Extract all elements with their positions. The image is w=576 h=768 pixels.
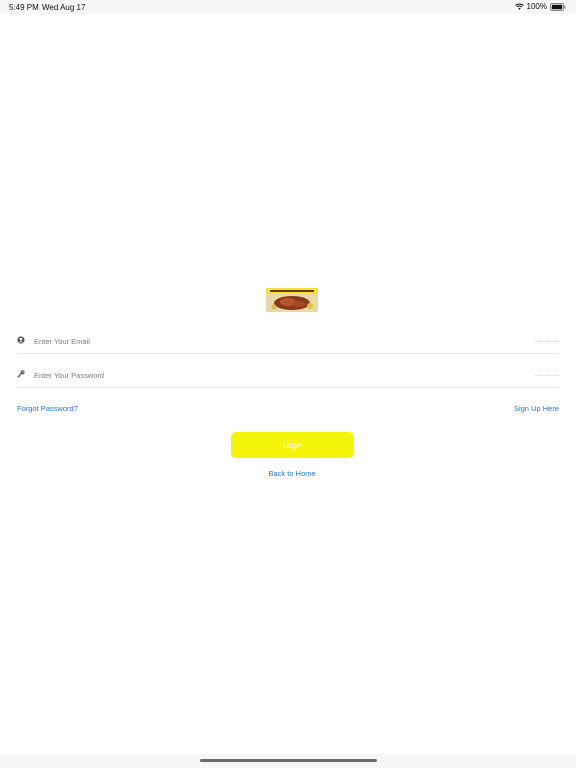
email-field-hint (535, 337, 559, 342)
user-icon (17, 336, 26, 345)
sign-up-link[interactable]: Sign Up Here (514, 404, 559, 413)
back-to-home-link[interactable]: Back to Home (0, 469, 576, 478)
password-field-hint (535, 371, 559, 376)
wifi-icon (514, 3, 524, 10)
battery-percent: 100% (526, 2, 547, 11)
key-icon (17, 370, 26, 379)
login-button[interactable]: Login (231, 432, 354, 458)
restaurant-logo (266, 288, 318, 312)
status-bar: 5:49 PM Wed Aug 17 100% (0, 0, 576, 14)
status-time: 5:49 PM (9, 3, 39, 12)
password-row (17, 365, 559, 388)
home-indicator[interactable] (200, 759, 377, 762)
status-date: Wed Aug 17 (42, 3, 86, 12)
email-input[interactable] (34, 333, 514, 349)
status-indicators: 100% (514, 2, 566, 11)
login-screen: 5:49 PM Wed Aug 17 100% Enter Your Email… (0, 0, 576, 768)
forgot-password-link[interactable]: Forgot Password? (17, 404, 78, 413)
password-input[interactable] (34, 367, 514, 383)
email-row (17, 331, 559, 354)
battery-icon (550, 2, 566, 11)
